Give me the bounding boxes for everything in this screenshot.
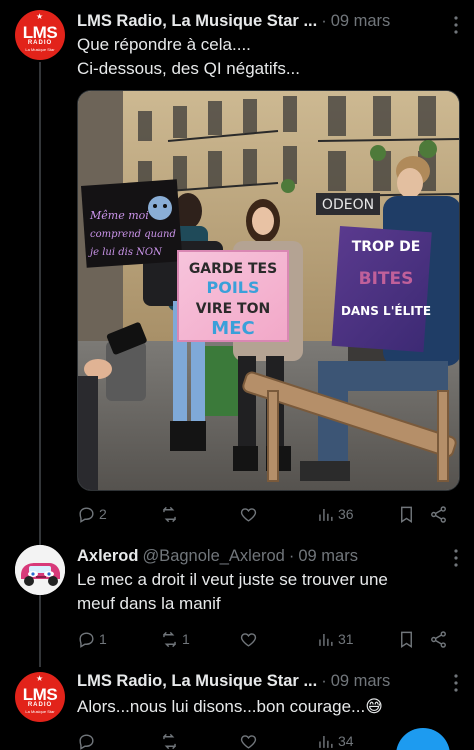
share-icon bbox=[431, 505, 446, 523]
heart-icon bbox=[240, 734, 257, 749]
retweet-button[interactable]: 1 bbox=[160, 628, 190, 650]
tweet-date[interactable]: 09 mars bbox=[331, 672, 391, 691]
protest-photo: ODEON Même moi comprend quand je lui dis… bbox=[78, 91, 459, 490]
tweet-text-line: Que répondre à cela.... bbox=[77, 35, 251, 54]
views-button[interactable]: 36 bbox=[316, 503, 354, 525]
retweet-count: 1 bbox=[182, 631, 190, 647]
tweet-header: LMS Radio, La Musique Star ... · 09 mars bbox=[77, 670, 460, 692]
reply-icon bbox=[79, 733, 94, 750]
avatar-logo-subtext: RADIO bbox=[27, 701, 53, 708]
heart-icon bbox=[240, 632, 257, 647]
sign-right-line-2: BITES bbox=[359, 269, 414, 289]
tweet-text-line: Le mec a droit il veut juste se trouver … bbox=[77, 570, 388, 589]
tweet-text-line: Ci-dessous, des QI négatifs... bbox=[77, 59, 300, 78]
views-count: 36 bbox=[338, 506, 354, 522]
separator-dot: · bbox=[321, 11, 327, 30]
author-name[interactable]: LMS Radio, La Musique Star ... bbox=[77, 12, 317, 31]
lms-radio-avatar[interactable]: ★ LMS RADIO La Musique Star bbox=[15, 10, 65, 60]
tweet-text: Le mec a droit il veut juste se trouver … bbox=[77, 568, 460, 616]
tweet-date[interactable]: 09 mars bbox=[298, 547, 358, 566]
reply-button[interactable]: 2 bbox=[77, 503, 107, 525]
like-button[interactable] bbox=[239, 503, 261, 525]
tweet-text-line: Alors...nous lui disons...bon courage...… bbox=[77, 697, 383, 716]
retweet-icon bbox=[163, 631, 176, 647]
sign-left-line-1: Même moi bbox=[89, 209, 149, 222]
sign-middle-line-2: POILS bbox=[207, 278, 260, 297]
sign-left-line-3: comprend quand bbox=[90, 229, 176, 240]
tweet-header: Axlerod @Bagnole_Axlerod · 09 mars bbox=[77, 545, 460, 567]
views-chart-icon bbox=[319, 508, 333, 521]
sign-middle-line-4: MEC bbox=[211, 318, 254, 339]
retweet-icon bbox=[163, 733, 176, 749]
star-icon: ★ bbox=[36, 12, 44, 21]
tweet-date[interactable]: 09 mars bbox=[331, 12, 391, 31]
retweet-icon bbox=[163, 506, 176, 522]
more-options-icon[interactable] bbox=[454, 549, 458, 567]
share-icon bbox=[431, 630, 446, 648]
avatar-logo-tagline: La Musique Star bbox=[25, 708, 55, 714]
bookmark-button[interactable] bbox=[397, 628, 416, 650]
bookmark-icon bbox=[401, 506, 412, 523]
lms-radio-avatar[interactable]: ★ LMS RADIO La Musique Star bbox=[15, 672, 65, 722]
author-handle[interactable]: @Bagnole_Axlerod bbox=[142, 547, 284, 566]
reply-button[interactable]: 1 bbox=[77, 628, 107, 650]
tweet-1-actions: 2 36 bbox=[77, 503, 460, 525]
tweet-header: LMS Radio, La Musique Star ... · 09 mars bbox=[77, 10, 460, 32]
author-name[interactable]: LMS Radio, La Musique Star ... bbox=[77, 672, 317, 691]
tweet-image[interactable]: ODEON Même moi comprend quand je lui dis… bbox=[77, 90, 460, 491]
more-options-icon[interactable] bbox=[454, 16, 458, 34]
views-count: 31 bbox=[338, 631, 354, 647]
sign-left-line-4: je lui dis NON bbox=[88, 247, 163, 258]
axlerod-avatar[interactable] bbox=[15, 545, 65, 595]
avatar-logo-tagline: La Musique Star bbox=[25, 46, 55, 52]
protest-sign-left: Même moi comprend quand je lui dis NON bbox=[81, 179, 183, 268]
sign-right-line-1: TROP DE bbox=[352, 239, 421, 255]
protest-sign-right: TROP DE BITES DANS L'ÉLITE bbox=[331, 226, 432, 353]
avatar-logo-text: LMS bbox=[22, 22, 58, 42]
share-button[interactable] bbox=[429, 503, 448, 525]
tweet-2-actions: 1 1 31 bbox=[77, 628, 460, 650]
reply-icon bbox=[79, 631, 94, 648]
avatar-logo-text: LMS bbox=[22, 684, 58, 704]
views-count: 34 bbox=[338, 733, 354, 749]
tweet-text: Alors...nous lui disons...bon courage...… bbox=[77, 695, 460, 719]
sign-middle-line-3: VIRE TON bbox=[196, 301, 270, 317]
retweet-button[interactable] bbox=[160, 503, 182, 525]
car-icon bbox=[15, 545, 65, 595]
star-icon: ★ bbox=[36, 674, 44, 683]
more-options-icon[interactable] bbox=[454, 674, 458, 692]
views-chart-icon bbox=[319, 633, 333, 646]
views-button[interactable]: 34 bbox=[316, 730, 354, 750]
retweet-button[interactable] bbox=[160, 730, 179, 750]
reply-button[interactable] bbox=[77, 730, 96, 750]
reply-count: 1 bbox=[99, 631, 107, 647]
bookmark-button[interactable] bbox=[397, 503, 416, 525]
avatar-logo-subtext: RADIO bbox=[27, 39, 53, 46]
author-name[interactable]: Axlerod bbox=[77, 547, 138, 566]
sign-middle-line-1: GARDE TES bbox=[189, 261, 277, 277]
tweet-2[interactable]: Axlerod @Bagnole_Axlerod · 09 mars Le me… bbox=[0, 545, 474, 655]
separator-dot: · bbox=[288, 546, 295, 565]
views-chart-icon bbox=[319, 735, 333, 748]
protest-sign-middle: GARDE TES POILS VIRE TON MEC bbox=[177, 250, 289, 342]
tweet-text-line: meuf dans la manif bbox=[77, 594, 221, 613]
tweet-text: Que répondre à cela.... Ci-dessous, des … bbox=[77, 33, 460, 81]
odeon-sign-text: ODEON bbox=[322, 197, 374, 213]
reply-icon bbox=[79, 506, 94, 523]
share-button[interactable] bbox=[429, 628, 448, 650]
like-button[interactable] bbox=[239, 628, 261, 650]
views-button[interactable]: 31 bbox=[316, 628, 354, 650]
heart-icon bbox=[240, 507, 257, 522]
like-button[interactable] bbox=[239, 730, 258, 750]
sign-right-line-3: DANS L'ÉLITE bbox=[341, 303, 431, 318]
bookmark-icon bbox=[401, 631, 412, 648]
reply-count: 2 bbox=[99, 506, 107, 522]
separator-dot: · bbox=[321, 671, 327, 690]
